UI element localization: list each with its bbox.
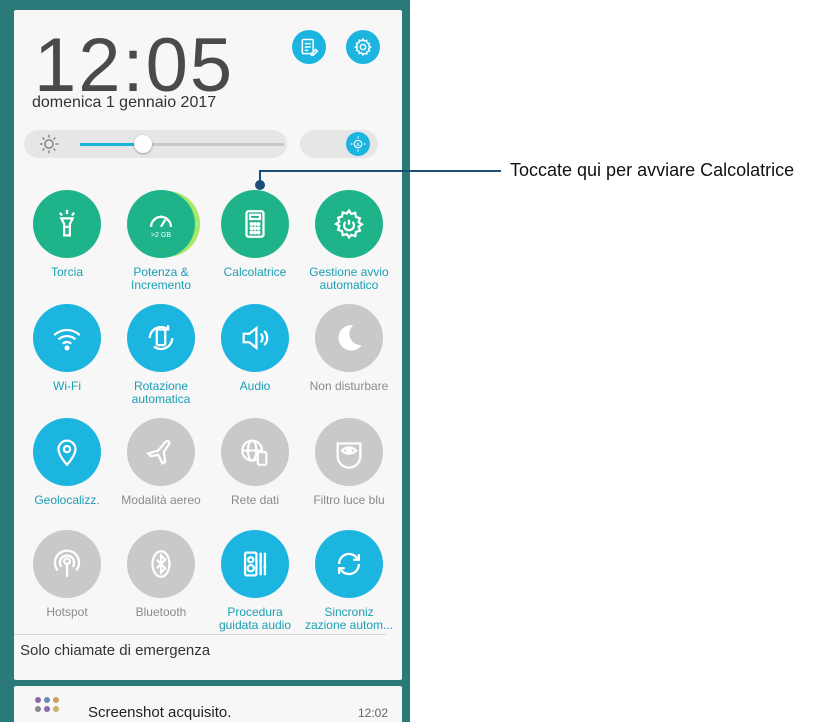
tile-circle[interactable] [127, 418, 195, 486]
hotspot-icon [53, 549, 81, 577]
bluetooth-icon [151, 550, 171, 578]
settings-button[interactable] [346, 30, 380, 64]
tile-label: Non disturbare [309, 379, 389, 393]
tile-label: Audio [239, 379, 271, 393]
tile-circle[interactable] [127, 304, 195, 372]
auto-brightness-icon: A [350, 136, 366, 152]
tile-filtro-luce-blu[interactable]: Filtro luce blu [304, 418, 394, 507]
callout-dot [255, 180, 265, 190]
tile-circle[interactable] [33, 418, 101, 486]
tile-circle[interactable] [127, 530, 195, 598]
tile-modalita-aereo[interactable]: Modalità aereo [116, 418, 206, 507]
tile-wifi[interactable]: Wi-Fi [22, 304, 112, 393]
tile-gestione-avvio[interactable]: Gestione avvio automatico [304, 190, 394, 292]
tile-hotspot[interactable]: Hotspot [22, 530, 112, 619]
tile-calcolatrice[interactable]: Calcolatrice [210, 190, 300, 279]
tile-circle[interactable] [221, 530, 289, 598]
moon-icon [338, 325, 362, 351]
tile-label: Torcia [50, 265, 83, 279]
rotate-icon [148, 325, 174, 351]
tile-geolocalizz[interactable]: Geolocalizz. [22, 418, 112, 507]
tile-label: Calcolatrice [223, 265, 287, 279]
sync-icon [337, 552, 361, 576]
tile-label: Hotspot [46, 605, 88, 619]
brightness-handle[interactable] [134, 135, 152, 153]
svg-text:A: A [356, 142, 360, 148]
eye-filter-icon [336, 442, 362, 469]
location-pin-icon [57, 439, 77, 467]
tile-label: Filtro luce blu [313, 493, 385, 507]
tile-bluetooth[interactable]: Bluetooth [116, 530, 206, 619]
notification-time: 12:02 [358, 706, 389, 720]
gear-power-icon [333, 208, 364, 240]
auto-brightness-knob[interactable]: A [346, 132, 370, 156]
tile-circle[interactable] [315, 418, 383, 486]
tile-circle[interactable] [33, 190, 101, 258]
tile-label: Rete dati [230, 493, 280, 507]
tile-audio[interactable]: Audio [210, 304, 300, 393]
tile-label: Gestione avvio automatico [309, 265, 389, 292]
tile-circle[interactable] [33, 530, 101, 598]
tile-potenza-incremento[interactable]: >2 GB Potenza & Incremento [116, 190, 206, 292]
ram-badge: >2 GB [151, 231, 172, 239]
clock: 12:05 [34, 23, 235, 108]
tile-sincronizzazione[interactable]: Sincroniz zazione autom... [304, 530, 394, 632]
app-grid-icon [35, 697, 59, 712]
tile-label: Geolocalizz. [34, 493, 100, 507]
callout-line [259, 170, 501, 172]
tile-torcia[interactable]: Torcia [22, 190, 112, 279]
speedometer-icon: >2 GB [149, 215, 173, 239]
notification-title: Screenshot acquisito. [88, 704, 232, 721]
tile-circle[interactable] [315, 530, 383, 598]
speaker-icon [242, 325, 269, 351]
tile-circle[interactable] [221, 304, 289, 372]
audio-wizard-icon [243, 551, 267, 577]
tile-circle[interactable] [221, 190, 289, 258]
phone-screen: 12:05 domenica 1 gennaio 2017 A Torcia >… [0, 0, 410, 722]
calculator-icon [245, 210, 265, 238]
tile-rotazione[interactable]: Rotazione automatica [116, 304, 206, 406]
brightness-track-rest [144, 143, 284, 146]
tile-label: Rotazione automatica [131, 379, 191, 406]
tile-circle[interactable] [33, 304, 101, 372]
flashlight-icon [59, 209, 75, 237]
tile-circle[interactable] [315, 190, 383, 258]
tile-label: Procedura guidata audio [218, 605, 292, 632]
tile-procedura-audio[interactable]: Procedura guidata audio [210, 530, 300, 632]
edit-button[interactable] [292, 30, 326, 64]
edit-list-icon [301, 38, 319, 57]
tile-label: Sincroniz zazione autom... [304, 605, 394, 632]
wifi-icon [53, 328, 81, 351]
emergency-calls-status: Solo chiamate di emergenza [20, 642, 211, 659]
tile-circle[interactable]: >2 GB [127, 190, 195, 258]
tile-rete-dati[interactable]: Rete dati [210, 418, 300, 507]
tile-circle[interactable] [221, 418, 289, 486]
date: domenica 1 gennaio 2017 [32, 94, 217, 111]
globe-phone-icon [241, 439, 268, 466]
divider [14, 634, 386, 635]
tile-non-disturbare[interactable]: Non disturbare [304, 304, 394, 393]
tile-label: Modalità aereo [121, 493, 201, 507]
tile-label: Wi-Fi [53, 379, 81, 393]
gear-icon [354, 37, 372, 57]
tile-label: Bluetooth [135, 605, 187, 619]
notification-card[interactable]: Screenshot acquisito. 12:02 [14, 686, 402, 722]
airplane-icon [146, 440, 171, 465]
tile-label: Potenza & Incremento [130, 265, 192, 292]
tile-circle[interactable] [315, 304, 383, 372]
callout-text: Toccate qui per avviare Calcolatrice [510, 160, 795, 180]
brightness-icon [39, 134, 59, 154]
